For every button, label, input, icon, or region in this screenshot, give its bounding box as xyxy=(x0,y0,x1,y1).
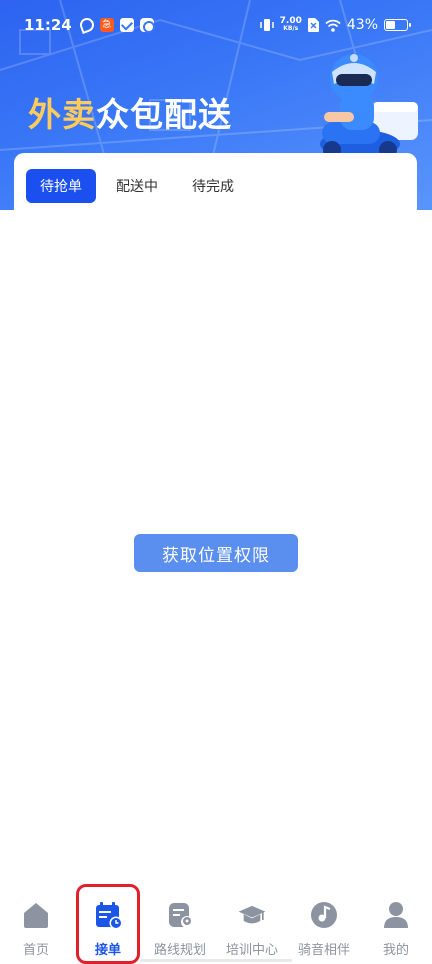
get-location-permission-button[interactable]: 获取位置权限 xyxy=(134,534,298,572)
battery-percent: 43% xyxy=(346,17,378,33)
tab-delivering[interactable]: 配送中 xyxy=(102,169,172,203)
home-indicator xyxy=(140,959,292,962)
nav-item-rider-music[interactable]: 骑音相伴 xyxy=(288,900,360,958)
nav-label-rider-music: 骑音相伴 xyxy=(297,943,350,958)
wifi-icon xyxy=(325,19,341,32)
network-speed-unit: KB/s xyxy=(283,25,299,32)
order-calendar-icon xyxy=(93,900,123,930)
order-tabs: 待抢单 配送中 待完成 xyxy=(14,153,417,219)
tab-pending-grab[interactable]: 待抢单 xyxy=(26,169,96,203)
urgent-badge-icon: 急 xyxy=(99,18,114,32)
music-disc-icon xyxy=(309,900,339,930)
tab-to-complete[interactable]: 待完成 xyxy=(178,169,248,203)
status-bar: 11:24 急 7.00 KB/s 43% xyxy=(0,0,432,50)
user-icon xyxy=(381,900,411,930)
status-time: 11:24 xyxy=(24,16,72,34)
nav-item-training[interactable]: 培训中心 xyxy=(216,900,288,958)
banner-title: 外卖众包配送 xyxy=(28,88,232,136)
nav-label-route-plan: 路线规划 xyxy=(153,943,206,958)
nav-item-profile[interactable]: 我的 xyxy=(360,900,432,958)
nav-label-orders: 接单 xyxy=(94,943,121,958)
bottom-nav: 首页 接单 路线规划 培训中心 骑音相伴 我的 xyxy=(0,888,432,964)
nav-item-orders[interactable]: 接单 xyxy=(72,900,144,958)
nav-label-home: 首页 xyxy=(22,943,49,958)
network-speed: 7.00 KB/s xyxy=(280,17,302,33)
nav-label-training: 培训中心 xyxy=(225,943,278,958)
banner-title-rest: 众包配送 xyxy=(96,95,232,134)
banner-title-accent: 外卖 xyxy=(28,95,96,134)
home-icon xyxy=(21,900,51,930)
delivery-rider-illustration xyxy=(320,54,418,159)
battery-level xyxy=(386,21,395,29)
nav-item-route-plan[interactable]: 路线规划 xyxy=(144,900,216,958)
battery-icon xyxy=(384,19,411,31)
nav-label-profile: 我的 xyxy=(382,943,409,958)
app-notification-icon xyxy=(139,18,155,33)
mail-icon xyxy=(119,18,134,32)
graduation-cap-icon xyxy=(237,900,267,930)
vibrate-icon xyxy=(259,19,274,31)
network-speed-value: 7.00 xyxy=(279,16,302,26)
cloud-app-icon xyxy=(77,16,96,34)
nav-item-home[interactable]: 首页 xyxy=(0,900,72,958)
sim-icon xyxy=(307,18,319,32)
route-plan-icon xyxy=(165,900,195,930)
